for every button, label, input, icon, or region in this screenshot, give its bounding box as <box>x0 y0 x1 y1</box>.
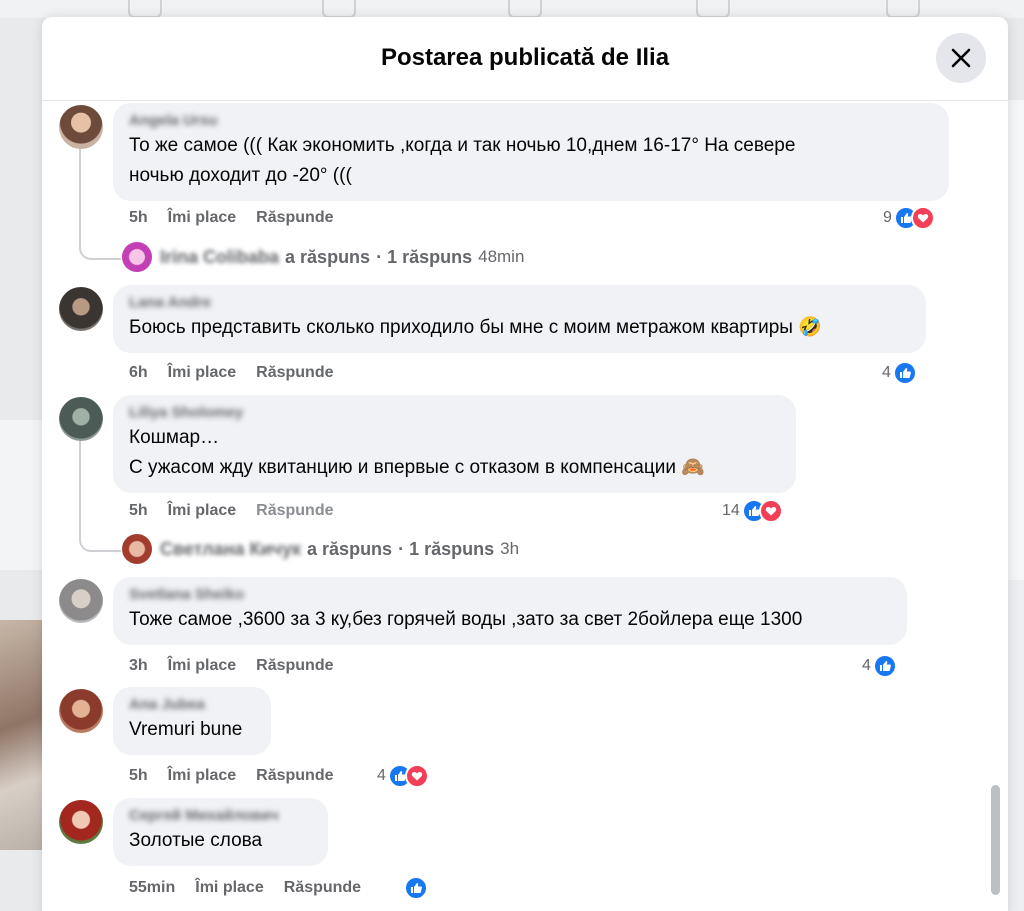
reply-time: 48min <box>478 247 525 266</box>
comment-actions: 3h Îmi place Răspunde <box>129 657 354 675</box>
reply-time: 3h <box>500 539 520 558</box>
reaction-summary[interactable]: 4 <box>882 361 917 385</box>
background-panel <box>0 420 44 570</box>
comment-author[interactable]: Liliya Sholomey <box>129 403 784 423</box>
reaction-count: 4 <box>882 364 891 381</box>
close-button[interactable] <box>936 33 986 83</box>
comment-actions: 6h Îmi place Răspunde <box>129 364 354 382</box>
comment-time[interactable]: 3h <box>129 657 148 674</box>
like-reaction-icon <box>892 361 917 385</box>
avatar <box>122 534 152 564</box>
reaction-summary[interactable]: 4 <box>862 654 897 678</box>
comment-time[interactable]: 5h <box>129 209 148 226</box>
avatar[interactable] <box>59 689 103 733</box>
megaphone-icon <box>696 0 730 18</box>
like-button[interactable]: Îmi place <box>195 879 263 896</box>
reaction-summary[interactable]: 4 <box>377 764 429 788</box>
comment-actions: 5h Îmi place Răspunde <box>129 209 354 227</box>
comment-bubble: Сергей Михайлович Золотые слова <box>113 798 328 866</box>
reaction-count: 14 <box>722 502 740 519</box>
like-button[interactable]: Îmi place <box>168 364 236 381</box>
reply-author: Irina Colibaba <box>160 246 280 267</box>
avatar[interactable] <box>59 105 103 149</box>
comment-bubble: Lana Andre Боюсь представить сколько при… <box>113 285 926 353</box>
scrollbar-thumb[interactable] <box>991 785 1000 895</box>
comment-author[interactable]: Svetlana Sheiko <box>129 585 895 605</box>
like-button[interactable]: Îmi place <box>168 502 236 519</box>
avatar[interactable] <box>59 800 103 844</box>
chart-icon <box>508 0 542 18</box>
background-top-nav <box>0 0 1024 18</box>
reply-count: · 1 răspuns <box>376 246 473 267</box>
background-panel <box>1006 580 1024 911</box>
reaction-summary[interactable]: 9 <box>883 206 935 230</box>
post-dialog: Postarea publicată de Ilia Angela Ursu Т… <box>42 17 1008 911</box>
home-icon <box>128 0 162 18</box>
comment-text: Тоже самое ,3600 за 3 ку,без горячей вод… <box>129 609 803 630</box>
comment-time[interactable]: 5h <box>129 767 148 784</box>
reply-author: Светлана Кичук <box>160 538 302 559</box>
comment-author[interactable]: Сергей Михайлович <box>129 806 316 826</box>
love-reaction-icon <box>404 764 429 788</box>
reply-button[interactable]: Răspunde <box>256 209 333 226</box>
like-button[interactable]: Îmi place <box>168 767 236 784</box>
love-reaction-icon <box>758 499 783 523</box>
comment-bubble: Liliya Sholomey Кошмар… С ужасом жду кви… <box>113 395 796 493</box>
comment-time[interactable]: 55min <box>129 879 175 896</box>
comment-text: Боюсь представить сколько приходило бы м… <box>129 317 822 338</box>
comment-bubble: Ana Jubea Vremuri bune <box>113 687 271 755</box>
comment-text: С ужасом жду квитанцию и впервые с отказ… <box>129 457 705 478</box>
view-replies-link[interactable]: Светлана Кичук a răspuns · 1 răspuns 3h <box>122 534 519 564</box>
reply-action: a răspuns <box>285 246 371 267</box>
comment-author[interactable]: Angela Ursu <box>129 111 937 131</box>
reply-button[interactable]: Răspunde <box>256 502 333 519</box>
comment-text: Кошмар… <box>129 427 220 448</box>
reaction-count: 4 <box>377 767 386 784</box>
video-icon <box>886 0 920 18</box>
reaction-summary[interactable] <box>404 876 428 900</box>
comment-author[interactable]: Lana Andre <box>129 293 914 313</box>
close-icon <box>951 48 971 68</box>
avatar[interactable] <box>59 397 103 441</box>
background-panel <box>1006 100 1024 580</box>
reply-count: · 1 răspuns <box>398 538 495 559</box>
view-replies-link[interactable]: Irina Colibaba a răspuns · 1 răspuns 48m… <box>122 242 524 272</box>
love-reaction-icon <box>910 206 935 230</box>
avatar[interactable] <box>59 287 103 331</box>
dialog-title: Postarea publicată de Ilia <box>380 44 670 71</box>
comment-text: Золотые слова <box>129 830 263 851</box>
comment-bubble: Angela Ursu То же самое ((( Как экономит… <box>113 103 949 201</box>
comment-time[interactable]: 6h <box>129 364 148 381</box>
background-photo <box>0 620 44 850</box>
comment-author[interactable]: Ana Jubea <box>129 695 259 715</box>
flag-icon <box>322 0 356 18</box>
comment-actions: 5h Îmi place Răspunde <box>129 502 354 520</box>
reply-action: a răspuns <box>307 538 393 559</box>
like-button[interactable]: Îmi place <box>168 209 236 226</box>
comment-actions: 5h Îmi place Răspunde <box>129 767 354 785</box>
reaction-summary[interactable]: 14 <box>722 499 783 523</box>
comment-text: ночью доходит до -20° ((( <box>129 165 352 186</box>
reaction-count: 4 <box>862 657 871 674</box>
like-button[interactable]: Îmi place <box>168 657 236 674</box>
avatar[interactable] <box>59 579 103 623</box>
comment-time[interactable]: 5h <box>129 502 148 519</box>
like-reaction-icon <box>404 876 428 900</box>
reply-button[interactable]: Răspunde <box>256 767 333 784</box>
comment-text: То же самое ((( Как экономить ,когда и т… <box>129 135 796 156</box>
dialog-header: Postarea publicată de Ilia <box>42 17 1008 101</box>
reply-button[interactable]: Răspunde <box>256 657 333 674</box>
avatar <box>122 242 152 272</box>
reply-button[interactable]: Răspunde <box>256 364 333 381</box>
reply-button[interactable]: Răspunde <box>284 879 361 896</box>
comment-actions: 55min Îmi place Răspunde <box>129 879 381 897</box>
comment-bubble: Svetlana Sheiko Тоже самое ,3600 за 3 ку… <box>113 577 907 645</box>
comment-text: Vremuri bune <box>129 719 243 740</box>
like-reaction-icon <box>872 654 897 678</box>
reaction-count: 9 <box>883 209 892 226</box>
